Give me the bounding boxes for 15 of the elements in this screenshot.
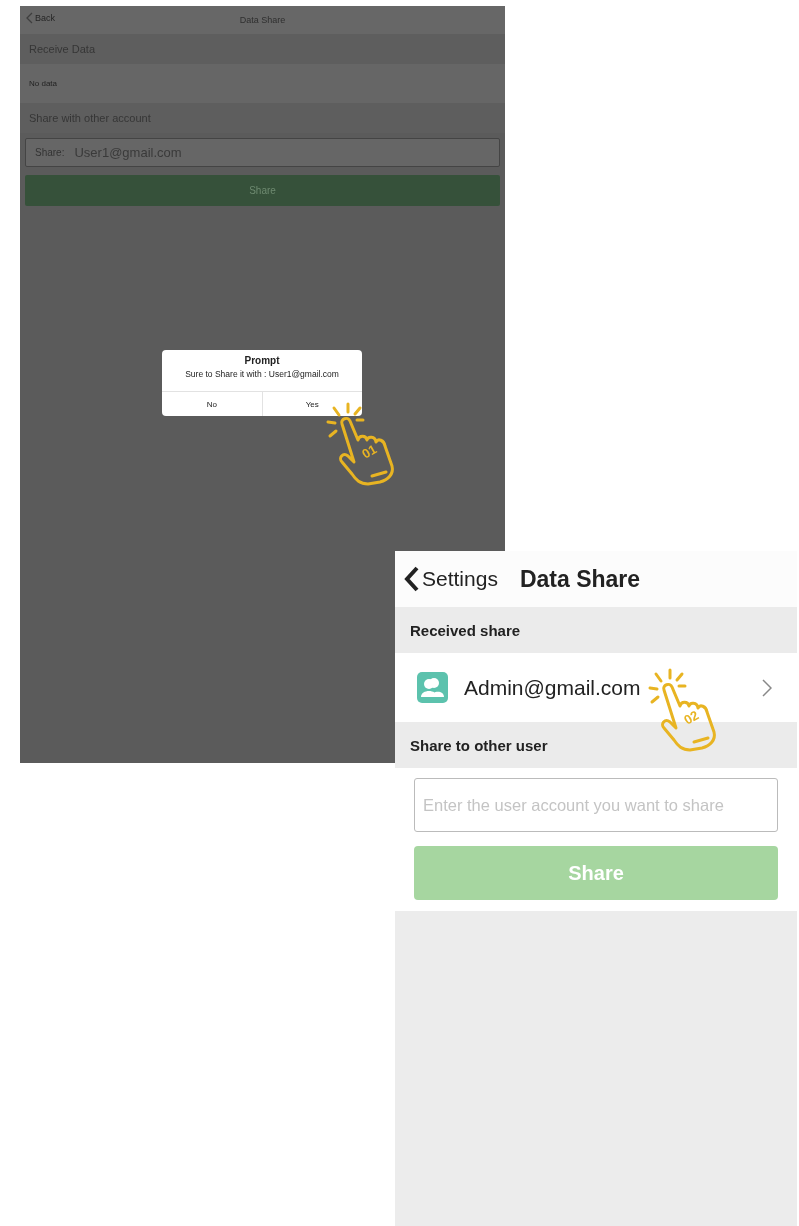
account-input-field[interactable]: Enter the user account you want to share: [414, 778, 778, 832]
dialog-button[interactable]: Yes: [261, 392, 362, 416]
dialog-message: Sure to Share it with : User1@gmail.com: [184, 369, 340, 379]
section-title: Received share: [410, 621, 521, 639]
screen-title: Data Share: [519, 565, 641, 593]
back-button[interactable]: Settings: [404, 566, 498, 592]
chevron-right-icon: [762, 678, 772, 697]
chevron-left-icon: [404, 566, 420, 592]
section-title: Share to other user: [410, 736, 548, 754]
dialog-button[interactable]: No: [162, 392, 262, 416]
users-icon: [417, 672, 448, 703]
account-email: Admin@gmail.com: [464, 675, 642, 700]
chevron-left-icon: [26, 12, 33, 24]
step-number: 01: [359, 441, 380, 462]
dialog-title: Prompt: [243, 355, 281, 366]
